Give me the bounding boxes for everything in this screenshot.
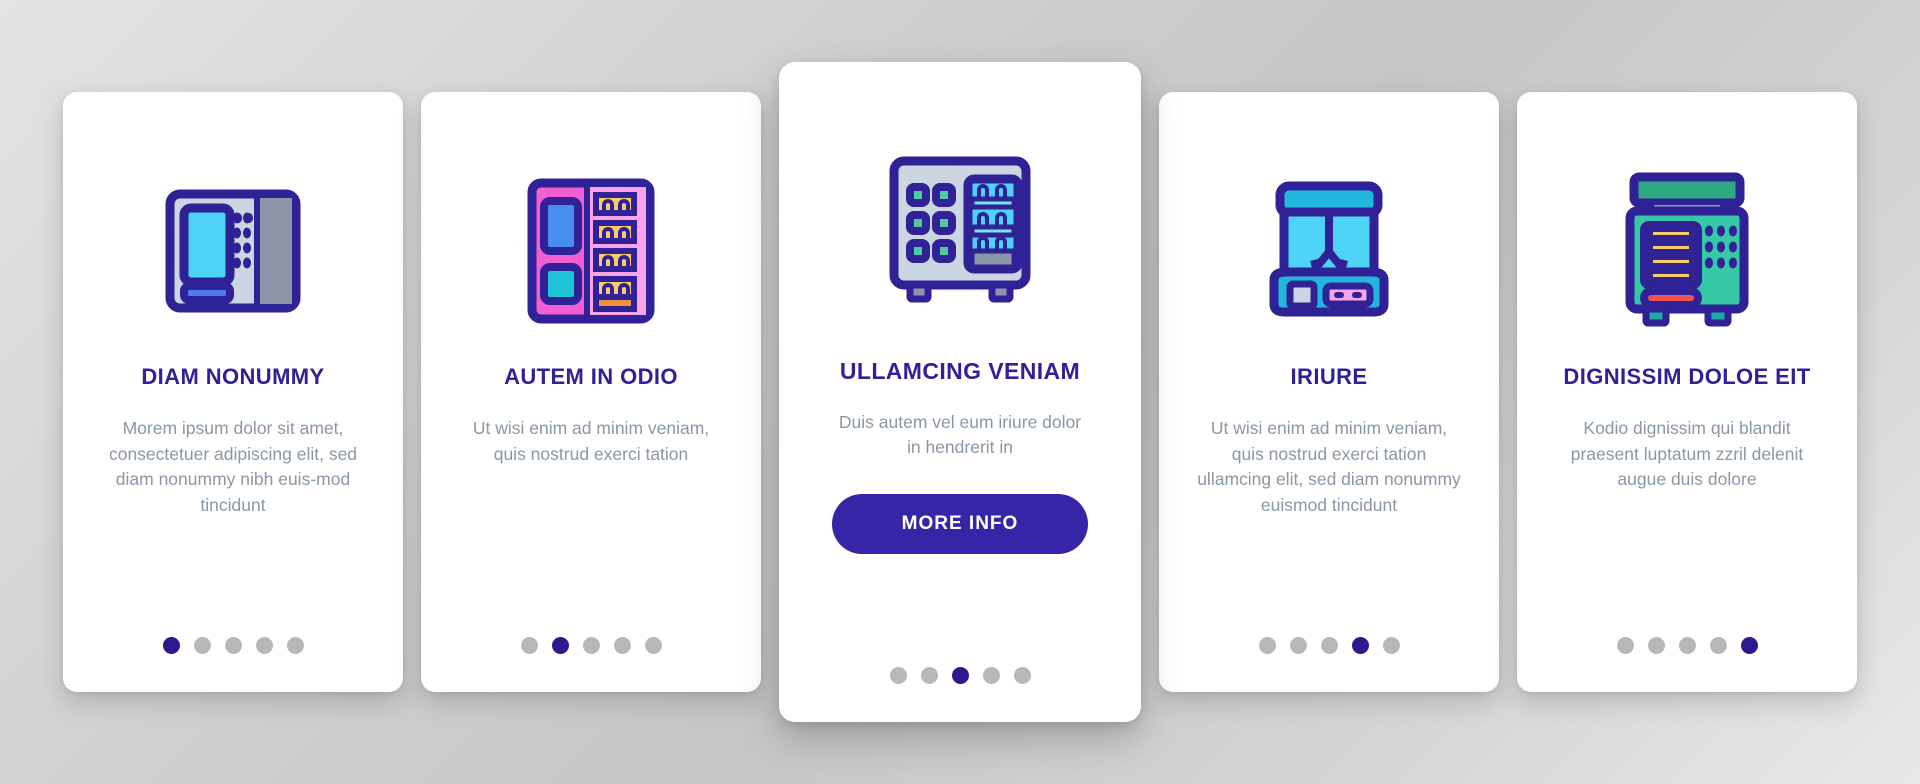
card-title: ULLAMCING VENIAM	[839, 358, 1081, 384]
pagination-dot-1[interactable]	[1616, 637, 1634, 654]
pagination-dot-3[interactable]	[1678, 637, 1696, 654]
pagination-dot-5[interactable]	[286, 637, 304, 654]
more-info-button[interactable]: MORE INFO	[832, 494, 1088, 555]
card-title: AUTEM IN ODIO	[504, 364, 678, 389]
pagination-dot-4[interactable]	[982, 667, 1000, 684]
onboarding-card-2: AUTEM IN ODIO Ut wisi enim ad minim venia…	[421, 92, 761, 692]
pagination-dots	[779, 667, 1141, 684]
pagination-dot-5[interactable]	[644, 637, 662, 654]
pagination-dot-3[interactable]	[1320, 637, 1338, 654]
onboarding-card-5: DIGNISSIM DOLOE EIT Kodio dignissim qui b…	[1517, 92, 1857, 692]
pagination-dot-5-active[interactable]	[1740, 637, 1758, 654]
pagination-dot-5[interactable]	[1013, 667, 1031, 684]
card-title: DIGNISSIM DOLOE EIT	[1563, 364, 1811, 389]
pagination-dot-5[interactable]	[1382, 637, 1400, 654]
pagination-dot-2[interactable]	[920, 667, 938, 684]
pagination-dots	[63, 637, 403, 654]
pagination-dot-2-active[interactable]	[551, 637, 569, 654]
vending-machine-green-icon	[1612, 146, 1762, 356]
card-description: Duis autem vel eum iriure dolor in hendr…	[838, 411, 1082, 457]
card-description: Kodio dignissim qui blandit praesent lup…	[1570, 418, 1804, 490]
pagination-dots	[421, 637, 761, 654]
pagination-dot-1[interactable]	[889, 667, 907, 684]
pagination-dot-3-active[interactable]	[951, 667, 969, 684]
card-description: Ut wisi enim ad minim veniam, quis nostr…	[1197, 418, 1461, 515]
pagination-dot-4[interactable]	[613, 637, 631, 654]
pagination-dot-2[interactable]	[1647, 637, 1665, 654]
vending-machine-payphone-icon	[158, 146, 308, 356]
pagination-dot-4[interactable]	[1709, 637, 1727, 654]
pagination-dot-1-active[interactable]	[162, 637, 180, 654]
vending-machine-drinks-icon	[880, 120, 1040, 350]
vending-machine-pink-icon	[516, 146, 666, 356]
pagination-dot-1[interactable]	[520, 637, 538, 654]
card-title: IRIURE	[1290, 364, 1368, 389]
onboarding-card-1: DIAM NONUMMY Morem ipsum dolor sit amet, …	[63, 92, 403, 692]
claw-machine-icon	[1254, 146, 1404, 356]
onboarding-card-4: IRIURE Ut wisi enim ad minim veniam, quis…	[1159, 92, 1499, 692]
pagination-dot-4-active[interactable]	[1351, 637, 1369, 654]
pagination-dot-3[interactable]	[582, 637, 600, 654]
pagination-dot-4[interactable]	[255, 637, 273, 654]
onboarding-screens-stage: DIAM NONUMMY Morem ipsum dolor sit amet, …	[0, 0, 1920, 784]
onboarding-card-3: ULLAMCING VENIAM Duis autem vel eum iriur…	[779, 62, 1141, 722]
pagination-dot-3[interactable]	[224, 637, 242, 654]
pagination-dot-2[interactable]	[193, 637, 211, 654]
pagination-dots	[1159, 637, 1499, 654]
card-description: Morem ipsum dolor sit amet, consectetuer…	[108, 418, 358, 515]
pagination-dots	[1517, 637, 1857, 654]
pagination-dot-1[interactable]	[1258, 637, 1276, 654]
card-description: Ut wisi enim ad minim veniam, quis nostr…	[472, 418, 710, 464]
pagination-dot-2[interactable]	[1289, 637, 1307, 654]
card-title: DIAM NONUMMY	[141, 364, 325, 389]
